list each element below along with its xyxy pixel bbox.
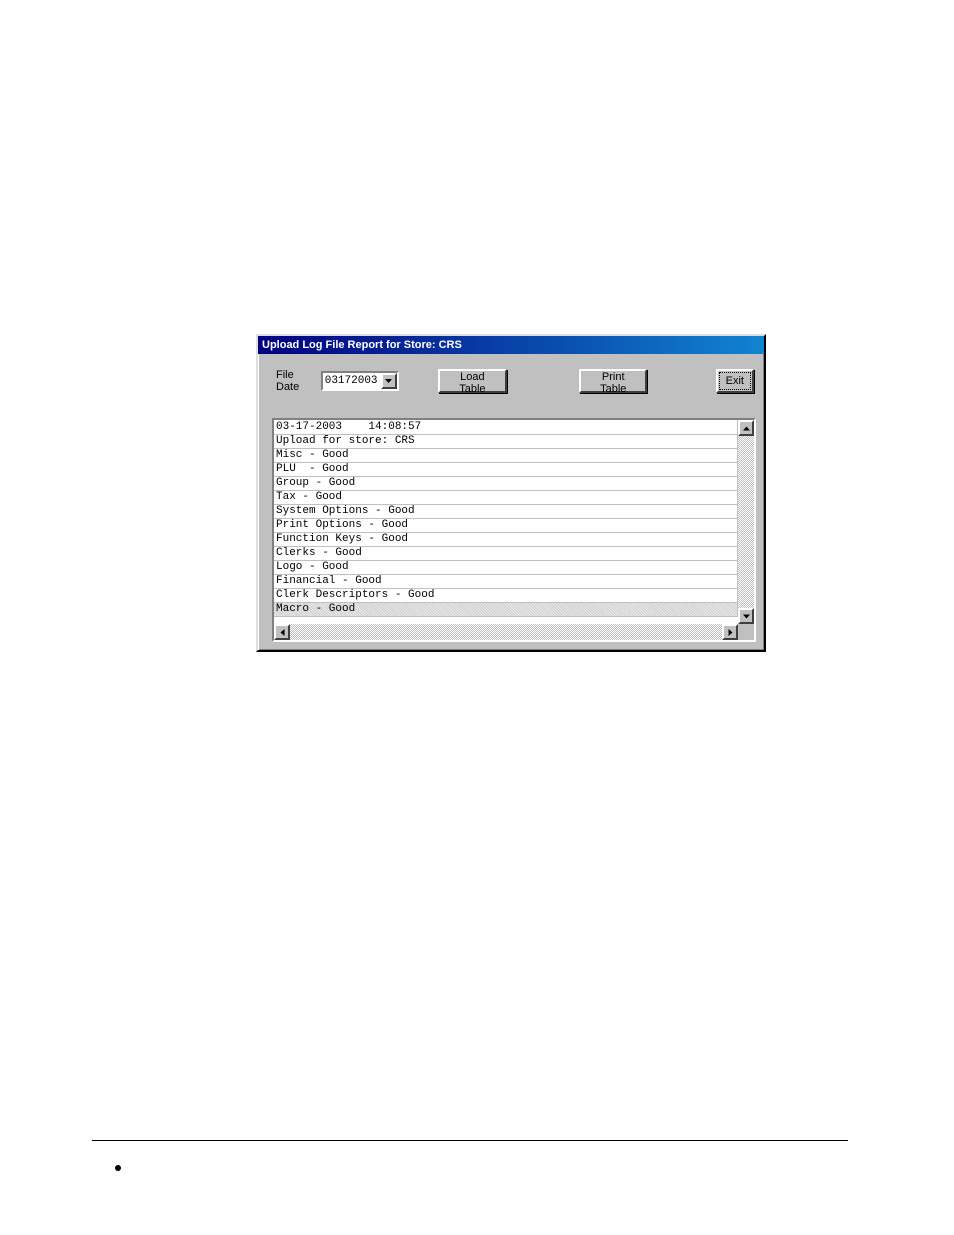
horizontal-scrollbar[interactable]: [274, 624, 738, 640]
scroll-track-horizontal[interactable]: [290, 624, 722, 640]
log-table: 03-17-2003 14:08:57Upload for store: CRS…: [274, 420, 738, 617]
log-row[interactable]: Function Keys - Good: [274, 532, 738, 546]
bullet-icon: [115, 1165, 121, 1171]
log-cell: Function Keys - Good: [274, 532, 738, 546]
log-viewport[interactable]: 03-17-2003 14:08:57Upload for store: CRS…: [274, 420, 738, 624]
log-area: 03-17-2003 14:08:57Upload for store: CRS…: [272, 418, 756, 642]
log-cell: Print Options - Good: [274, 518, 738, 532]
log-row[interactable]: System Options - Good: [274, 504, 738, 518]
log-cell: Financial - Good: [274, 574, 738, 588]
log-row[interactable]: Financial - Good: [274, 574, 738, 588]
log-cell: Clerks - Good: [274, 546, 738, 560]
scroll-corner: [738, 624, 754, 640]
log-row[interactable]: Upload for store: CRS: [274, 434, 738, 448]
toolbar: File Date Load Table Print Table Exit: [268, 364, 754, 398]
page-divider: [92, 1140, 848, 1141]
log-row[interactable]: Tax - Good: [274, 490, 738, 504]
load-table-button[interactable]: Load Table: [438, 369, 508, 393]
log-cell: Misc - Good: [274, 448, 738, 462]
log-row[interactable]: PLU - Good: [274, 462, 738, 476]
log-row[interactable]: Macro - Good: [274, 602, 738, 616]
arrow-right-icon: [727, 629, 734, 636]
log-row[interactable]: Clerk Descriptors - Good: [274, 588, 738, 602]
file-date-label: File Date: [276, 369, 317, 393]
log-row[interactable]: Print Options - Good: [274, 518, 738, 532]
scroll-down-button[interactable]: [738, 608, 754, 624]
log-cell: Clerk Descriptors - Good: [274, 588, 738, 602]
log-cell: Logo - Good: [274, 560, 738, 574]
log-cell: Upload for store: CRS: [274, 434, 738, 448]
log-cell: Macro - Good: [274, 602, 738, 616]
scroll-left-button[interactable]: [274, 624, 290, 640]
chevron-down-icon: [385, 379, 392, 383]
file-date-input[interactable]: [323, 373, 381, 389]
log-row[interactable]: Clerks - Good: [274, 546, 738, 560]
log-cell: Group - Good: [274, 476, 738, 490]
scroll-right-button[interactable]: [722, 624, 738, 640]
window-title: Upload Log File Report for Store: CRS: [262, 339, 462, 351]
log-row[interactable]: Logo - Good: [274, 560, 738, 574]
log-cell: Tax - Good: [274, 490, 738, 504]
log-row[interactable]: 03-17-2003 14:08:57: [274, 420, 738, 434]
exit-button[interactable]: Exit: [716, 369, 754, 393]
upload-log-window: Upload Log File Report for Store: CRS Fi…: [256, 334, 766, 652]
log-row[interactable]: Misc - Good: [274, 448, 738, 462]
log-cell: 03-17-2003 14:08:57: [274, 420, 738, 434]
log-row[interactable]: Group - Good: [274, 476, 738, 490]
arrow-up-icon: [743, 425, 750, 432]
file-date-combo[interactable]: [321, 371, 399, 391]
arrow-down-icon: [743, 613, 750, 620]
titlebar: Upload Log File Report for Store: CRS: [258, 336, 764, 354]
client-area: File Date Load Table Print Table Exit 03…: [258, 354, 764, 650]
arrow-left-icon: [279, 629, 286, 636]
scroll-track-vertical[interactable]: [738, 436, 754, 608]
vertical-scrollbar[interactable]: [738, 420, 754, 624]
scroll-up-button[interactable]: [738, 420, 754, 436]
log-cell: PLU - Good: [274, 462, 738, 476]
log-cell: System Options - Good: [274, 504, 738, 518]
print-table-button[interactable]: Print Table: [579, 369, 647, 393]
file-date-dropdown-button[interactable]: [381, 373, 397, 389]
